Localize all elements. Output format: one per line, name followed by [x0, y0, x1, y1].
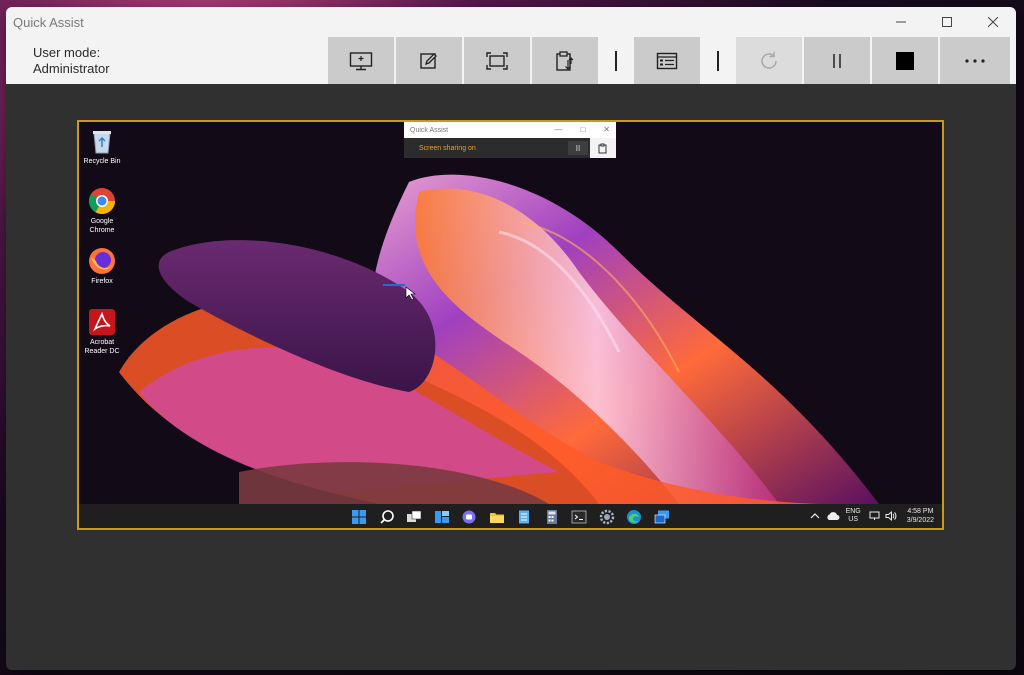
toolbar-separator	[600, 37, 632, 84]
clock-date: 3/9/2022	[906, 517, 934, 524]
task-view-icon[interactable]	[406, 509, 424, 525]
settings-icon[interactable]	[599, 509, 617, 525]
toolbar: User mode: Administrator	[6, 37, 1016, 84]
region-code: US	[848, 516, 859, 523]
desktop-icon-label: Firefox	[91, 278, 113, 285]
sharing-status-text: Screen sharing on	[419, 144, 476, 152]
file-explorer-icon[interactable]	[489, 509, 507, 525]
network-icon[interactable]	[869, 511, 881, 521]
remote-title-bar: Quick Assist — □ ✕	[404, 122, 616, 138]
sharing-status-bar: Screen sharing on II	[404, 138, 616, 158]
task-manager-button[interactable]	[634, 37, 700, 84]
restart-button[interactable]	[736, 37, 802, 84]
more-icon	[965, 58, 985, 63]
maximize-button[interactable]	[924, 7, 970, 37]
terminal-icon[interactable]	[571, 509, 589, 525]
close-icon	[988, 17, 998, 27]
taskbar-pinned-apps	[351, 509, 681, 525]
remote-taskbar: ENG US 4:58 PM 3/9/2022	[79, 504, 942, 528]
toolbar-separator	[702, 37, 734, 84]
search-icon[interactable]	[379, 509, 397, 525]
edge-icon[interactable]	[626, 509, 644, 525]
chrome-icon	[88, 187, 116, 215]
desktop-icon-label: Acrobat Reader DC	[84, 339, 120, 355]
remote-clipboard-button[interactable]	[590, 138, 616, 158]
widgets-icon[interactable]	[434, 509, 452, 525]
remote-window-title: Quick Assist	[410, 126, 449, 134]
annotate-button[interactable]	[396, 37, 462, 84]
remote-pause-button[interactable]: II	[568, 141, 588, 155]
system-tray: ENG US 4:58 PM 3/9/2022	[810, 507, 934, 525]
end-session-button[interactable]	[872, 37, 938, 84]
start-icon[interactable]	[351, 509, 369, 525]
window-controls	[878, 7, 1016, 37]
refresh-icon	[761, 51, 777, 69]
user-mode: User mode: Administrator	[33, 45, 110, 77]
remote-screen[interactable]: Recycle Bin Google Chrome Firefox Acroba…	[77, 120, 944, 530]
user-mode-value: Administrator	[33, 61, 110, 76]
calculator-icon[interactable]	[544, 509, 562, 525]
desktop-icon-recycle-bin[interactable]: Recycle Bin	[80, 127, 124, 166]
actual-size-button[interactable]	[464, 37, 530, 84]
fit-screen-icon	[486, 51, 508, 70]
chevron-up-icon[interactable]	[810, 512, 820, 520]
acrobat-icon	[88, 308, 116, 336]
desktop-icon-acrobat[interactable]: Acrobat Reader DC	[80, 308, 124, 356]
monitor-icon	[349, 51, 373, 70]
maximize-icon	[942, 17, 952, 27]
more-button[interactable]	[940, 37, 1010, 84]
cloud-icon[interactable]	[826, 511, 840, 521]
task-manager-icon	[656, 52, 678, 69]
minimize-icon[interactable]: —	[554, 125, 562, 134]
maximize-icon[interactable]: □	[580, 125, 585, 134]
taskbar-clock[interactable]: 4:58 PM 3/9/2022	[907, 507, 934, 525]
desktop-icon-label: Recycle Bin	[83, 158, 121, 165]
volume-icon[interactable]	[885, 511, 897, 521]
pause-icon: II	[575, 143, 581, 153]
desktop-icon-chrome[interactable]: Google Chrome	[80, 187, 124, 235]
pause-button[interactable]	[804, 37, 870, 84]
window-title: Quick Assist	[13, 14, 84, 30]
chat-icon[interactable]	[461, 509, 479, 525]
quick-assist-icon[interactable]	[654, 509, 672, 525]
recycle-bin-icon	[88, 127, 116, 155]
clipboard-icon	[556, 50, 574, 71]
desktop-icon-label: Google Chrome	[89, 218, 115, 234]
stop-icon	[896, 51, 914, 70]
instruction-channel-button[interactable]	[532, 37, 598, 84]
clipboard-icon	[598, 143, 607, 153]
quick-assist-window: Quick Assist User mode: Administrator Re…	[6, 7, 1016, 670]
close-icon[interactable]: ✕	[603, 125, 610, 134]
user-mode-label: User mode:	[33, 45, 101, 60]
minimize-button[interactable]	[878, 7, 924, 37]
language-indicator[interactable]: ENG US	[846, 508, 861, 524]
tool-buttons	[328, 37, 1010, 84]
pencil-icon	[420, 52, 437, 69]
language-code: ENG	[845, 508, 861, 515]
select-monitor-button[interactable]	[328, 37, 394, 84]
firefox-icon	[88, 247, 116, 275]
pause-icon	[833, 53, 841, 68]
close-button[interactable]	[970, 7, 1016, 37]
remote-window-controls: — □ ✕	[536, 125, 610, 134]
desktop-icon-firefox[interactable]: Firefox	[80, 247, 124, 286]
clock-time: 4:58 PM	[907, 508, 934, 515]
minimize-icon	[896, 21, 906, 23]
title-bar: Quick Assist	[6, 7, 1016, 37]
notepad-icon[interactable]	[516, 509, 534, 525]
wallpaper-image	[79, 122, 942, 504]
remote-quick-assist-window: Quick Assist — □ ✕ Screen sharing on II	[404, 122, 616, 158]
